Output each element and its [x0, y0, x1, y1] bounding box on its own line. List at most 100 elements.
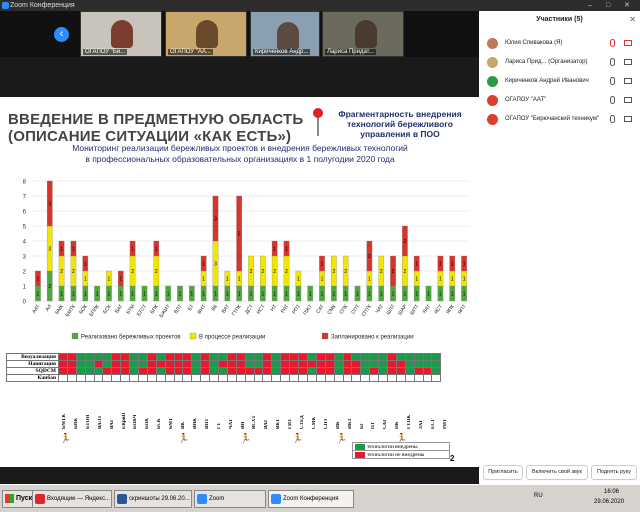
matrix-code-label: САТ — [383, 419, 389, 429]
bar-segment-label: 1 — [439, 262, 442, 268]
bar-segment-label: 1 — [202, 292, 205, 298]
matrix-cell-not-implemented — [111, 374, 122, 382]
matrix-cell-not-implemented — [200, 374, 211, 382]
x-tick-label: БСК — [102, 304, 113, 315]
video-thumbnail[interactable]: Лариса Придат... — [322, 11, 404, 57]
bar-segment-label: 1 — [190, 292, 193, 298]
bar-segment-label: 1 — [72, 247, 75, 253]
invite-button[interactable]: Пригласить — [483, 465, 523, 480]
mic-icon[interactable] — [610, 96, 615, 104]
bar-segment-label: 1 — [285, 292, 288, 298]
matrix-cell-implemented — [244, 360, 255, 368]
matrix-cell-not-implemented — [431, 374, 442, 382]
participant-name: Кириченков Андр... — [253, 49, 311, 55]
taskbar-item[interactable]: скриншоты 29.06.20... — [114, 490, 192, 508]
participant-name: ОГАПОУ "ААТ" — [505, 97, 547, 103]
matrix-cell-not-implemented — [66, 353, 77, 361]
matrix-cell-not-implemented — [271, 374, 282, 382]
mic-icon[interactable] — [610, 115, 615, 123]
runner-icon: 🏃 — [336, 433, 348, 443]
video-thumbnail[interactable]: ОГАПОУ "АА... — [165, 11, 247, 57]
bar-segment-label: 1 — [439, 277, 442, 283]
matrix-cell-not-implemented — [378, 374, 388, 382]
matrix-cell-not-implemented — [146, 374, 157, 382]
bar-segment-label: 1 — [202, 277, 205, 283]
bar-segment-label: 2 — [332, 269, 335, 275]
bar-segment-label: 1 — [285, 247, 288, 253]
participant-silhouette — [277, 22, 299, 50]
taskbar-item-active[interactable]: Zoom Конференция — [268, 490, 354, 508]
video-thumbnail[interactable]: Кириченков Андр... — [250, 11, 320, 57]
x-tick-label: ВЛТ — [173, 304, 183, 315]
taskbar-item[interactable]: Zoom — [194, 490, 266, 508]
taskbar-item-label: Zoom Конференция — [283, 496, 339, 502]
camera-icon[interactable] — [624, 97, 632, 103]
matrix-cell-not-implemented — [66, 374, 77, 382]
camera-icon[interactable] — [624, 78, 632, 84]
mic-icon[interactable] — [610, 77, 615, 85]
bar-segment-label: 1 — [321, 262, 324, 268]
participant-name: ОГАПОУ "АА... — [168, 49, 213, 55]
matrix-cell-implemented — [422, 353, 433, 361]
minimize-icon[interactable]: – — [588, 0, 592, 11]
video-thumbnail[interactable]: ОГАПОУ "Би... — [80, 11, 162, 57]
x-tick-label: БМК — [54, 304, 65, 316]
bar-segment-label: 1 — [72, 292, 75, 298]
participant-row[interactable]: Юлия Спивакова (Я) — [479, 35, 640, 51]
unmute-button[interactable]: Включить свой звук — [526, 465, 588, 480]
bar-segment-label: 1 — [463, 277, 466, 283]
matrix-code-label: ПТ — [371, 421, 377, 429]
bar-segment-label: 1 — [119, 292, 122, 298]
close-panel-icon[interactable]: ✕ — [629, 11, 636, 29]
matrix-code-label: ВНТ — [204, 418, 210, 429]
matrix-cell-not-implemented — [315, 367, 326, 375]
matrix-code-label: ВСХТ — [252, 415, 258, 429]
camera-icon[interactable] — [624, 59, 632, 65]
matrix-row-label: Визуализация — [6, 353, 59, 361]
matrix-code-label: ВАТ — [264, 419, 270, 429]
matrix-code-label: ЕСТ — [430, 418, 436, 429]
matrix-cell-implemented — [378, 367, 388, 375]
maximize-icon[interactable]: □ — [606, 0, 610, 11]
participant-name: ОГАПОУ "Би... — [83, 49, 128, 55]
matrix-cell-implemented — [253, 360, 264, 368]
participant-row[interactable]: ОГАПОУ "ААТ" — [479, 92, 640, 108]
video-strip: ‹ ОГАПОУ "Би... ОГАПОУ "АА... Кириченков… — [0, 11, 479, 57]
close-icon[interactable]: ✕ — [624, 0, 630, 11]
matrix-cell-not-implemented — [209, 374, 220, 382]
participant-row[interactable]: ОГАПОУ "Бирючанский техникум" — [479, 111, 640, 127]
previous-page-button[interactable]: ‹ — [54, 27, 69, 42]
bar-segment-label: 1 — [415, 262, 418, 268]
runner-icon: 🏃 — [240, 433, 252, 443]
bar-segment-label: 2 — [273, 269, 276, 275]
participant-row[interactable]: Кириченков Андрей Иванович — [479, 73, 640, 89]
bar-segment-label: 2 — [404, 239, 407, 245]
matrix-cell-implemented — [129, 360, 140, 368]
camera-icon[interactable] — [624, 116, 632, 122]
matrix-cell-not-implemented — [138, 367, 148, 375]
participant-row[interactable]: Лариса Прид... (Организатор) — [479, 54, 640, 70]
x-tick-label: БМТК — [64, 304, 77, 319]
matrix-cell-implemented — [422, 360, 433, 368]
x-tick-label: СПК — [339, 304, 350, 316]
mic-muted-icon[interactable] — [610, 39, 615, 47]
matrix-cell-not-implemented — [191, 374, 202, 382]
raise-hand-button[interactable]: Поднять руку — [591, 465, 637, 480]
matrix-cell-not-implemented — [200, 360, 211, 368]
legend-number: 2 — [450, 454, 455, 463]
matrix-cell-not-implemented — [173, 367, 184, 375]
zoom-icon — [271, 494, 281, 504]
matrix-cell-implemented — [306, 353, 317, 361]
matrix-cell-implemented — [431, 353, 442, 361]
matrix-cell-not-implemented — [315, 360, 326, 368]
matrix-cell-not-implemented — [386, 353, 397, 361]
taskbar-item[interactable]: Входящие — Яндекс... — [32, 490, 112, 508]
language-indicator[interactable]: RU — [534, 493, 543, 499]
mic-icon[interactable] — [610, 58, 615, 66]
taskbar: Пуск Входящие — Яндекс... скриншоты 29.0… — [0, 484, 640, 512]
camera-off-icon[interactable] — [624, 40, 632, 46]
legend-swatch — [189, 332, 197, 340]
bar-segment-label: 1 — [297, 292, 300, 298]
x-tick-label: БОК — [78, 304, 89, 316]
matrix-cell-implemented — [404, 367, 415, 375]
